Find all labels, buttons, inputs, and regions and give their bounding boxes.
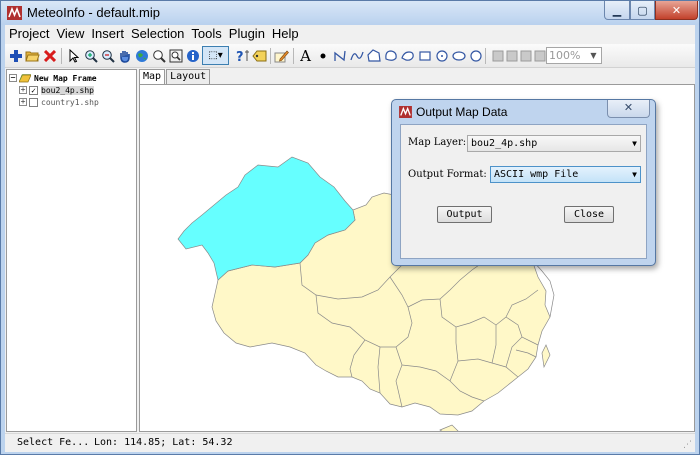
output-button[interactable]: Output <box>437 206 492 223</box>
menu-tools[interactable]: Tools <box>187 25 224 43</box>
output-map-data-dialog: Output Map Data ✕ Map Layer: bou2_4p.shp… <box>391 99 656 266</box>
add-layer-icon[interactable] <box>7 47 24 64</box>
menu-plugin[interactable]: Plugin <box>225 25 268 43</box>
layer-checkbox[interactable]: ✓ <box>29 85 38 95</box>
legend-panel: − New Map Frame + ✓ bou2_4p.shp + countr… <box>6 69 137 432</box>
zoom-layer-icon[interactable] <box>167 47 184 64</box>
toolbar: ⬚▾ ? A 100% ▼ <box>5 44 695 68</box>
map-frame-node[interactable]: − New Map Frame <box>9 72 97 84</box>
select-tool-glyph: ⬚▾ <box>208 50 223 61</box>
output-format-value: ASCII wmp File <box>494 169 579 180</box>
toolbar-separator <box>61 48 62 64</box>
menu-selection[interactable]: Selection <box>127 25 187 43</box>
chevron-down-icon: ▼ <box>632 170 637 179</box>
window-title: MeteoInfo - default.mip <box>27 5 160 20</box>
toolbar-separator <box>293 48 294 64</box>
dialog-body: Map Layer: bou2_4p.shp ▼ Output Format: … <box>400 124 647 259</box>
toolbar-separator <box>270 48 271 64</box>
close-button[interactable]: ✕ <box>655 1 698 20</box>
menu-insert[interactable]: Insert <box>87 25 127 43</box>
curve-polygon-icon[interactable] <box>382 47 399 64</box>
zoom-in-icon[interactable] <box>82 47 99 64</box>
menu-project[interactable]: Project <box>5 25 52 43</box>
map-layer-label: Map Layer: <box>408 137 467 148</box>
menu-help[interactable]: Help <box>268 25 302 43</box>
measure-help-icon[interactable]: ? <box>234 47 251 64</box>
chevron-down-icon: ▼ <box>590 51 597 60</box>
collapse-icon[interactable]: − <box>9 74 17 82</box>
svg-text:?: ? <box>236 50 244 63</box>
title-bar[interactable]: MeteoInfo - default.mip ▁ ▢ ✕ <box>1 1 699 25</box>
menu-view[interactable]: View <box>52 25 87 43</box>
select-arrow-icon[interactable] <box>65 47 82 64</box>
map-layer-value: bou2_4p.shp <box>471 138 538 149</box>
resize-grip-icon[interactable]: ⋰ <box>683 440 693 450</box>
maximize-icon: ▢ <box>637 3 648 17</box>
meteoinfo-icon <box>7 6 22 20</box>
view-tabs: Map Layout <box>139 69 211 85</box>
edit-pencil-icon[interactable] <box>273 47 290 64</box>
maximize-button[interactable]: ▢ <box>630 1 655 20</box>
close-dialog-button[interactable]: Close <box>564 206 614 223</box>
select-features-icon[interactable]: ⬚▾ <box>202 46 229 65</box>
tab-layout[interactable]: Layout <box>166 69 211 84</box>
zoom-level-combo[interactable]: 100% ▼ <box>546 47 602 64</box>
freehand-curve-icon[interactable] <box>348 47 365 64</box>
expand-icon[interactable]: + <box>19 86 27 94</box>
point-tool-icon[interactable] <box>314 47 331 64</box>
output-format-select[interactable]: ASCII wmp File ▼ <box>490 166 641 183</box>
polygon-tool-icon[interactable] <box>365 47 382 64</box>
close-icon: ✕ <box>623 101 634 114</box>
meteoinfo-icon <box>399 106 412 118</box>
layer-node-bou2[interactable]: + ✓ bou2_4p.shp <box>19 84 94 96</box>
menu-bar: Project View Insert Selection Tools Plug… <box>5 25 695 43</box>
minimize-icon: ▁ <box>612 3 622 17</box>
curve-tool-icon[interactable] <box>399 47 416 64</box>
circle-tool-icon[interactable] <box>433 47 450 64</box>
map-frame-icon <box>19 73 31 82</box>
map-layer-select[interactable]: bou2_4p.shp ▼ <box>467 135 641 152</box>
layer-node-country1[interactable]: + country1.shp <box>19 96 99 108</box>
layer-label: bou2_4p.shp <box>41 85 94 95</box>
full-extent-globe-icon[interactable] <box>133 47 150 64</box>
text-tool-icon[interactable]: A <box>297 47 314 65</box>
status-coordinates: Lon: 114.85; Lat: 54.32 <box>94 437 233 448</box>
polyline-tool-icon[interactable] <box>331 47 348 64</box>
toolbar-separator <box>485 48 486 64</box>
pan-hand-icon[interactable] <box>116 47 133 64</box>
chevron-down-icon: ▼ <box>632 139 637 148</box>
identify-info-icon[interactable] <box>184 47 201 64</box>
dialog-title: Output Map Data <box>416 105 508 119</box>
zoom-level-value: 100% <box>549 49 581 62</box>
taiwan-island <box>541 344 551 369</box>
status-bar: Select Fe... Lon: 114.85; Lat: 54.32 ⋰ <box>5 433 695 452</box>
hainan-island <box>439 424 459 431</box>
minimize-button[interactable]: ▁ <box>604 1 630 20</box>
ellipse-outline-icon[interactable] <box>467 47 484 64</box>
status-tool: Select Fe... <box>17 437 90 448</box>
label-icon[interactable] <box>251 47 268 64</box>
expand-icon[interactable]: + <box>19 98 27 106</box>
map-frame-label: New Map Frame <box>34 73 97 83</box>
open-folder-icon[interactable] <box>24 47 41 64</box>
close-icon: ✕ <box>671 3 682 17</box>
layer-checkbox[interactable] <box>29 97 38 107</box>
dialog-close-button[interactable]: ✕ <box>607 100 650 118</box>
remove-layer-icon[interactable] <box>41 47 58 64</box>
output-format-label: Output Format: <box>408 169 487 180</box>
zoom-magnifier-icon[interactable] <box>150 47 167 64</box>
zoom-out-icon[interactable] <box>99 47 116 64</box>
ellipse-tool-icon[interactable] <box>450 47 467 64</box>
rectangle-tool-icon[interactable] <box>416 47 433 64</box>
tab-map[interactable]: Map <box>139 69 166 85</box>
main-window: MeteoInfo - default.mip ▁ ▢ ✕ Project Vi… <box>0 0 700 455</box>
layer-label: country1.shp <box>41 97 99 107</box>
